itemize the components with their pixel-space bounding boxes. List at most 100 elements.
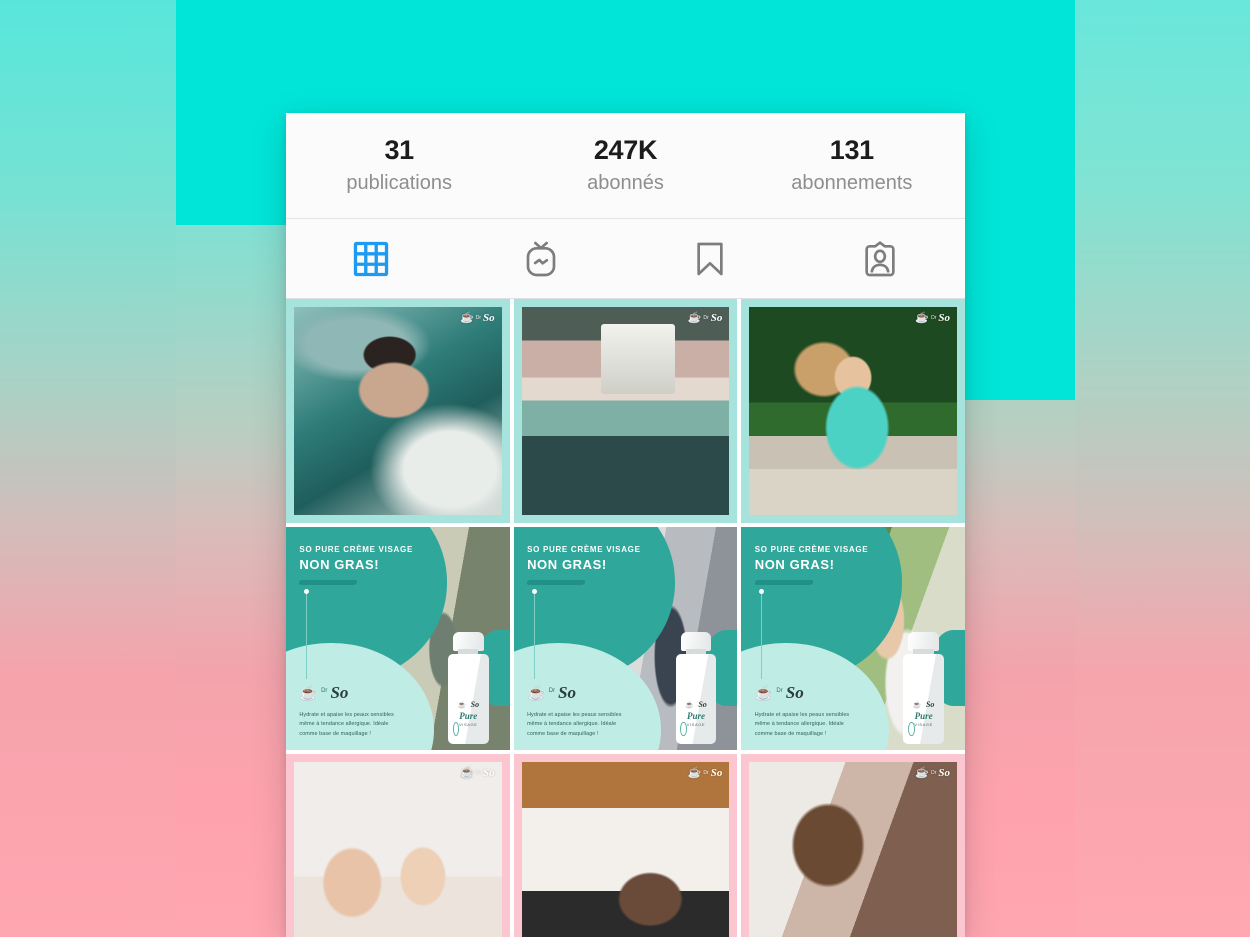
promo-logo-so: So	[785, 683, 804, 703]
bottle-glyph: ☕	[912, 701, 922, 709]
promo-logo-dr: Dr	[548, 688, 556, 695]
watermark-dr: Dr	[931, 770, 937, 777]
promo-logo-dr: Dr	[321, 688, 328, 695]
product-bottle: ☕ So Pure VISAGE	[902, 631, 945, 744]
post-truck-road[interactable]: ☕ Dr So	[513, 299, 738, 523]
watermark-dr: Dr	[703, 315, 709, 321]
bottle-seal-icon	[908, 722, 915, 737]
post-image: ☕ Dr So	[749, 762, 957, 937]
promo-headline: SO PURE CRÈME VISAGE NON GRAS!	[299, 545, 438, 573]
watermark-glyph: ☕	[687, 767, 702, 780]
post-mirror-women[interactable]: ☕ Dr So	[286, 754, 510, 937]
instagram-profile-card: 31 publications 247K abonnés 131 abonnem…	[286, 113, 965, 937]
promo-headline-line2: NON GRAS!	[527, 557, 607, 573]
watermark-glyph: ☕	[915, 312, 930, 324]
post-image: ☕ Dr So	[521, 762, 730, 937]
grid-icon	[352, 240, 390, 278]
watermark-dr: Dr	[475, 770, 482, 777]
promo-headline-line2: NON GRAS!	[754, 557, 835, 573]
bottle-product: Pure	[914, 710, 933, 721]
post-woman-grass[interactable]: ☕ Dr So	[741, 299, 965, 523]
background-panel-left	[0, 0, 176, 937]
promo-waterfall-man[interactable]: SO PURE CRÈME VISAGE NON GRAS! ☕ Dr So H…	[286, 526, 510, 751]
tab-igtv[interactable]	[456, 219, 626, 298]
stat-publications[interactable]: 31 publications	[286, 113, 512, 218]
stat-following-value: 131	[829, 135, 874, 166]
promo-stem-line	[759, 588, 765, 679]
stat-followers-value: 247K	[593, 135, 658, 166]
bottle-seal-icon	[452, 722, 460, 737]
promo-brand-logo: ☕ Dr So	[527, 684, 576, 701]
promo-logo-dr: Dr	[776, 688, 783, 695]
post-image: ☕ Dr So	[294, 762, 502, 937]
promo-headline-line1: SO PURE CRÈME VISAGE	[527, 544, 641, 554]
bottle-glyph: ☕	[685, 701, 694, 709]
bottle-seal-icon	[680, 722, 687, 737]
promo-brand-logo: ☕ Dr So	[299, 684, 348, 701]
watermark-so: So	[938, 767, 950, 780]
brand-watermark-icon: ☕ Dr So	[460, 767, 495, 779]
post-bath-foam[interactable]: ☕ Dr So	[286, 299, 510, 523]
background-panel-right	[1075, 0, 1250, 937]
promo-body-text: Hydrate et apaise les peaux sensibles mê…	[299, 711, 394, 737]
promo-brand-logo: ☕ Dr So	[755, 684, 804, 701]
watermark-so: So	[710, 312, 723, 324]
post-bed-selfie[interactable]: ☕ Dr So	[513, 754, 738, 937]
watermark-so: So	[483, 312, 495, 324]
promo-headline-line1: SO PURE CRÈME VISAGE	[754, 544, 869, 554]
post-man-portrait[interactable]: ☕ Dr So	[741, 754, 965, 937]
bottle-body: ☕ So Pure VISAGE	[675, 654, 717, 744]
bottle-product: Pure	[686, 710, 705, 721]
profile-stats-row: 31 publications 247K abonnés 131 abonnem…	[286, 113, 965, 219]
watermark-dr: Dr	[475, 315, 482, 321]
stat-followers-label: abonnés	[587, 171, 664, 194]
post-image: ☕ Dr So	[521, 307, 730, 515]
promo-logo-glyph: ☕	[527, 685, 546, 703]
tab-saved[interactable]	[626, 219, 796, 298]
bottle-body: ☕ So Pure VISAGE	[903, 654, 945, 744]
promo-brush-stroke	[753, 580, 814, 586]
brand-watermark-icon: ☕ Dr So	[688, 767, 723, 779]
promo-body-text: Hydrate et apaise les peaux sensibles mê…	[754, 711, 850, 737]
stat-following-label: abonnements	[791, 171, 913, 194]
bottle-product: Pure	[459, 710, 478, 721]
promo-headline: SO PURE CRÈME VISAGE NON GRAS!	[755, 545, 894, 573]
promo-woman-nature[interactable]: SO PURE CRÈME VISAGE NON GRAS! ☕ Dr So H…	[741, 526, 965, 751]
promo-stem-line	[304, 588, 310, 679]
brand-watermark-icon: ☕ Dr So	[688, 312, 723, 324]
igtv-icon	[521, 239, 561, 279]
tagged-icon	[860, 239, 900, 279]
bookmark-icon	[690, 239, 730, 279]
watermark-so: So	[483, 767, 495, 780]
stat-following[interactable]: 131 abonnements	[739, 113, 965, 218]
stat-publications-value: 31	[384, 135, 414, 166]
post-image: ☕ Dr So	[294, 307, 502, 515]
post-grid: ☕ Dr So ☕ Dr So ☕ Dr So SO PURE CRÈME VI…	[286, 299, 965, 937]
stat-followers[interactable]: 247K abonnés	[512, 113, 738, 218]
bottle-brand: So	[698, 699, 707, 709]
brand-watermark-icon: ☕ Dr So	[915, 767, 950, 779]
watermark-glyph: ☕	[687, 312, 702, 324]
promo-stem-line	[531, 588, 537, 679]
stat-publications-label: publications	[346, 171, 452, 194]
tab-grid[interactable]	[286, 219, 456, 298]
promo-logo-glyph: ☕	[754, 685, 774, 703]
watermark-dr: Dr	[703, 770, 709, 777]
watermark-glyph: ☕	[915, 767, 930, 780]
post-image: ☕ Dr So	[749, 307, 957, 515]
watermark-dr: Dr	[931, 315, 937, 321]
product-bottle: ☕ So Pure VISAGE	[675, 631, 717, 744]
bottle-glyph: ☕	[457, 701, 467, 709]
promo-brush-stroke	[526, 580, 587, 586]
bottle-brand: So	[470, 699, 480, 709]
tab-tagged[interactable]	[795, 219, 965, 298]
promo-suit-man[interactable]: SO PURE CRÈME VISAGE NON GRAS! ☕ Dr So H…	[513, 526, 738, 751]
watermark-glyph: ☕	[460, 767, 474, 780]
promo-logo-glyph: ☕	[299, 685, 319, 703]
brand-watermark-icon: ☕ Dr So	[915, 312, 950, 324]
product-bottle: ☕ So Pure VISAGE	[447, 631, 489, 744]
background-accent-tail-right	[965, 0, 1075, 400]
bottle-brand: So	[925, 699, 935, 709]
bottle-body: ☕ So Pure VISAGE	[447, 654, 489, 744]
promo-headline: SO PURE CRÈME VISAGE NON GRAS!	[527, 545, 666, 573]
